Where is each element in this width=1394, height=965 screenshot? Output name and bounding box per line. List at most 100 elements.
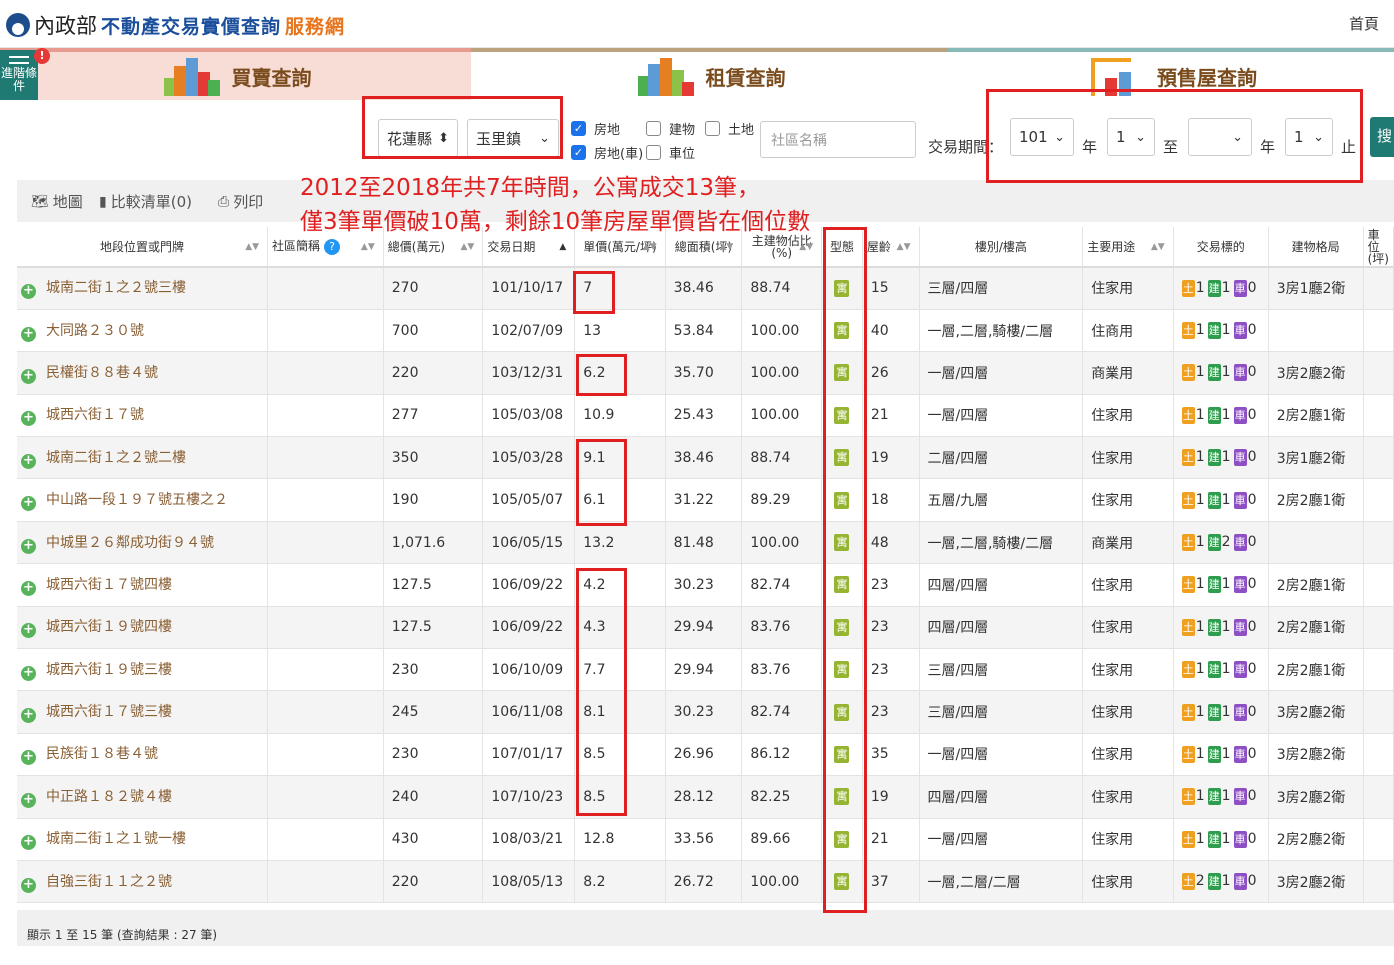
col-header-use[interactable]: 主要用途 ▲▼ <box>1082 227 1174 268</box>
cell-area: 35.70 <box>665 351 743 395</box>
cell-age: 23 <box>862 690 920 734</box>
print-label: 列印 <box>233 193 264 211</box>
start-month-select[interactable]: 1 ⌄ <box>1107 118 1155 156</box>
advanced-filter-button[interactable]: 進階條件 ! <box>0 48 50 104</box>
cell-address[interactable]: + 城西六街１９號三樓 <box>17 648 269 692</box>
cell-address[interactable]: + 城南二街１之１號一樓 <box>17 818 269 861</box>
table-row[interactable]: + 城西六街１７號四樓 127.5 106/09/22 4.2 30.23 82.74 寓 23… <box>17 563 1394 607</box>
expand-plus-icon[interactable]: + <box>21 368 36 384</box>
table-row[interactable]: + 城西六街１７號三樓 245 106/11/08 8.1 30.23 82.74 寓 23 三層… <box>17 690 1394 734</box>
end-month-select[interactable]: 1 ⌄ <box>1285 118 1333 156</box>
tab-sale-query[interactable]: 買賣查詢 <box>0 48 471 100</box>
cell-age: 23 <box>862 606 920 650</box>
table-row[interactable]: + 中城里２６鄰成功街９４號 1,071.6 106/05/15 13.2 81.48 10… <box>17 521 1394 565</box>
cell-layout: 3房1廳2衛 <box>1268 436 1364 480</box>
checkbox-building[interactable]: 建物 <box>646 119 695 138</box>
compare-list-button[interactable]: ▮ 比較清單(0) <box>99 191 192 212</box>
expand-plus-icon[interactable]: + <box>21 623 36 639</box>
cell-address[interactable]: + 中城里２６鄰成功街９４號 <box>17 521 269 565</box>
search-button[interactable]: 搜 <box>1370 117 1394 157</box>
checkbox-land-building[interactable]: ✓ 房地 <box>571 119 620 138</box>
apartment-type-tag: 寓 <box>834 830 850 848</box>
cell-address[interactable]: + 中正路１８２號４樓 <box>17 775 269 819</box>
cell-date: 102/07/09 <box>482 309 576 353</box>
cell-target: 土1建1車0 <box>1173 690 1269 734</box>
cell-use: 住家用 <box>1082 690 1174 734</box>
cell-address[interactable]: + 民族街１８巷４號 <box>17 733 269 777</box>
expand-plus-icon[interactable]: + <box>21 580 36 596</box>
expand-plus-icon[interactable]: + <box>21 792 36 808</box>
cell-use: 商業用 <box>1082 521 1174 565</box>
start-year-select[interactable]: 101 ⌄ <box>1010 118 1074 156</box>
col-header-address[interactable]: 地段位置或門牌 ▲▼ <box>17 227 269 268</box>
expand-plus-icon[interactable]: + <box>21 835 36 851</box>
tab-presale-query[interactable]: 預售屋查詢 <box>948 48 1394 100</box>
expand-plus-icon[interactable]: + <box>21 877 36 893</box>
cell-use: 住家用 <box>1082 818 1174 861</box>
cell-address[interactable]: + 城南二街１之２號二樓 <box>17 436 269 480</box>
results-table: 地段位置或門牌 ▲▼ 社區簡稱? ▲▼ 總價(萬元) ▲▼ 交易日期 ▲ 單價(萬元/坪… <box>17 227 1394 904</box>
cell-address[interactable]: + 中山路一段１９７號五樓之２ <box>17 478 269 522</box>
checkbox-land[interactable]: 土地 <box>705 119 754 138</box>
expand-plus-icon[interactable]: + <box>21 284 36 300</box>
cell-floor: 四層/四層 <box>919 563 1084 607</box>
table-row[interactable]: + 城南二街１之２號三樓 270 101/10/17 7 38.46 88.74 寓 15 三層/… <box>17 267 1394 310</box>
cell-main-ratio: 100.00 <box>741 351 823 395</box>
expand-plus-icon[interactable]: + <box>21 708 36 724</box>
table-row[interactable]: + 大同路２３０號 700 102/07/09 13 53.84 100.00 寓 40 一層,二… <box>17 309 1394 353</box>
expand-plus-icon[interactable]: + <box>21 411 36 427</box>
map-button[interactable]: 🗺︎ 地圖 <box>31 191 83 212</box>
cell-type: 寓 <box>821 478 863 522</box>
checkbox-parking[interactable]: 車位 <box>646 143 695 162</box>
cell-address[interactable]: + 城西六街１７號 <box>17 394 269 438</box>
expand-plus-icon[interactable]: + <box>21 750 36 766</box>
cell-area: 29.94 <box>665 648 743 692</box>
building-tag: 建 <box>1207 745 1221 763</box>
table-row[interactable]: + 自強三街１１之２號 220 108/05/13 8.2 26.72 100.00 寓 37 一… <box>17 860 1394 904</box>
cell-address[interactable]: + 城南二街１之２號三樓 <box>17 267 269 310</box>
table-row[interactable]: + 中正路１８２號４樓 240 107/10/23 8.5 28.12 82.25 寓 19 四層… <box>17 775 1394 819</box>
checkbox-land-building-parking[interactable]: ✓ 房地(車) <box>571 143 643 162</box>
table-row[interactable]: + 城西六街１９號三樓 230 106/10/09 7.7 29.94 83.76 寓 23 三層… <box>17 648 1394 692</box>
result-count-text: 顯示 1 至 15 筆 (查詢結果 : 27 筆) <box>27 928 218 942</box>
cell-unit-price: 6.1 <box>574 478 666 522</box>
expand-plus-icon[interactable]: + <box>21 453 36 469</box>
cell-date: 105/05/07 <box>482 478 576 522</box>
table-row[interactable]: + 城西六街１９號四樓 127.5 106/09/22 4.3 29.94 83.76 寓 23… <box>17 606 1394 650</box>
apartment-type-tag: 寓 <box>834 873 850 891</box>
expand-plus-icon[interactable]: + <box>21 496 36 512</box>
land-tag: 土 <box>1181 279 1195 297</box>
cell-address[interactable]: + 自強三街１１之２號 <box>17 860 269 904</box>
town-select[interactable]: 玉里鎮 ⌄ <box>467 119 559 157</box>
expand-plus-icon[interactable]: + <box>21 538 36 554</box>
home-link[interactable]: 首頁 <box>1349 13 1379 34</box>
table-row[interactable]: + 城南二街１之２號二樓 350 105/03/28 9.1 38.46 88.74 寓 19 二… <box>17 436 1394 480</box>
tab-rent-query[interactable]: 租賃查詢 <box>471 48 948 100</box>
table-row[interactable]: + 民權街８８巷４號 220 103/12/31 6.2 35.70 100.00 寓 26 一層… <box>17 351 1394 395</box>
table-row[interactable]: + 城西六街１７號 277 105/03/08 10.9 25.43 100.00 寓 21 一層… <box>17 394 1394 438</box>
table-row[interactable]: + 民族街１８巷４號 230 107/01/17 8.5 26.96 86.12 寓 35 一層/… <box>17 733 1394 777</box>
community-name-input[interactable]: 社區名稱 <box>760 121 916 158</box>
site-logo[interactable]: 內政部 不動產交易實價查詢 服務網 <box>6 10 345 40</box>
cell-layout <box>1268 309 1364 353</box>
cell-address[interactable]: + 民權街８８巷４號 <box>17 351 269 395</box>
cell-address[interactable]: + 城西六街１７號三樓 <box>17 690 269 734</box>
cell-parking <box>1363 267 1394 310</box>
cell-layout: 3房2廳2衛 <box>1268 351 1364 395</box>
expand-plus-icon[interactable]: + <box>21 326 36 342</box>
cell-main-ratio: 89.66 <box>741 818 823 861</box>
table-row[interactable]: + 城南二街１之１號一樓 430 108/03/21 12.8 33.56 89.66 寓 21… <box>17 818 1394 861</box>
print-button[interactable]: ⎙ 列印 <box>218 191 263 212</box>
cell-address[interactable]: + 城西六街１７號四樓 <box>17 563 269 607</box>
cell-date: 108/03/21 <box>482 818 576 861</box>
col-header-age[interactable]: 屋齡 ▲▼ <box>862 227 920 268</box>
table-row[interactable]: + 中山路一段１９７號五樓之２ 190 105/05/07 6.1 31.22 89.29 寓… <box>17 478 1394 522</box>
end-year-select[interactable]: ⌄ <box>1188 118 1252 156</box>
help-icon[interactable]: ? <box>324 238 341 255</box>
expand-plus-icon[interactable]: + <box>21 665 36 681</box>
county-select[interactable]: 花蓮縣 ⬍ <box>378 119 458 157</box>
cell-main-ratio: 89.29 <box>741 478 823 522</box>
cell-address[interactable]: + 大同路２３０號 <box>17 309 269 353</box>
cell-unit-price: 13.2 <box>574 521 666 565</box>
cell-address[interactable]: + 城西六街１９號四樓 <box>17 606 269 650</box>
